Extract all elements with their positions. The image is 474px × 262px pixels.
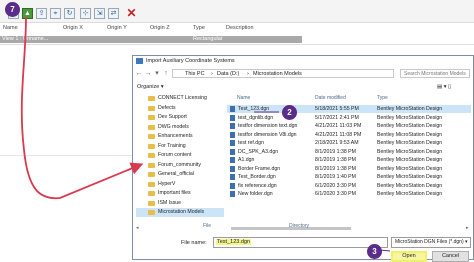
red-arrow xyxy=(20,16,144,200)
callout-7-badge: 7 xyxy=(5,2,20,17)
annotation-arrow xyxy=(20,16,391,252)
callout-3-badge: 3 xyxy=(367,244,382,259)
callout-2-badge: 2 xyxy=(282,105,297,120)
